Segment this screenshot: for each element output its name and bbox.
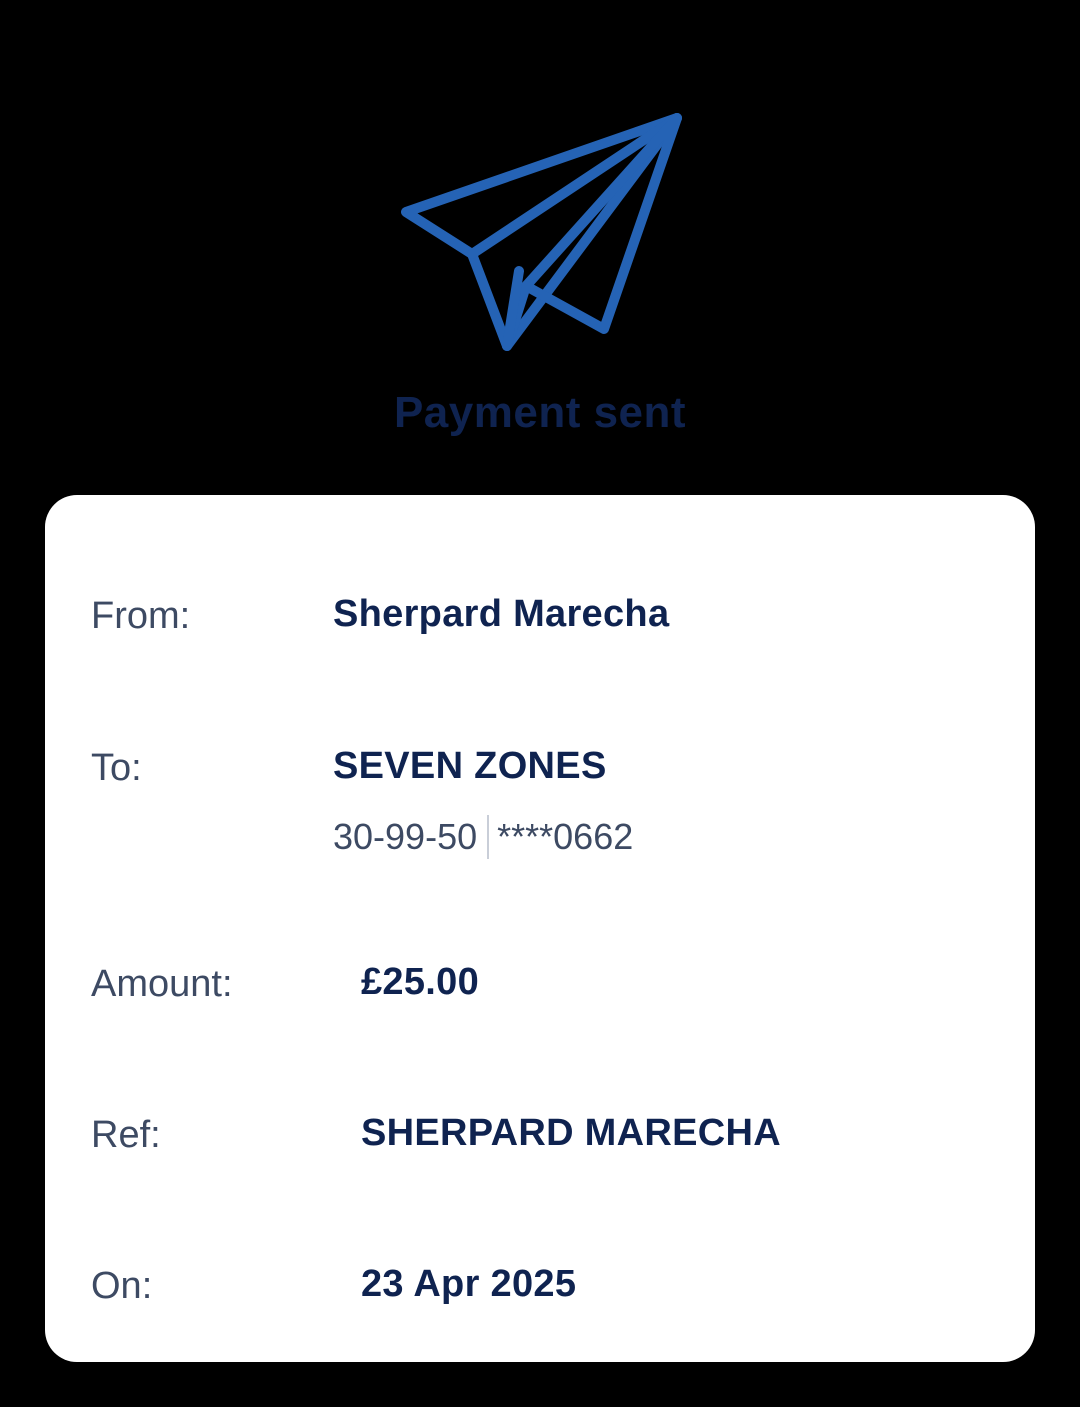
from-value: Sherpard Marecha xyxy=(333,593,670,635)
ref-label: Ref: xyxy=(91,1114,161,1156)
ref-value: SHERPARD MARECHA xyxy=(361,1112,781,1154)
account-number: ****0662 xyxy=(497,816,634,857)
to-value: SEVEN ZONES xyxy=(333,745,607,787)
amount-value: £25.00 xyxy=(361,961,480,1003)
paper-plane-icon xyxy=(390,100,690,360)
on-label: On: xyxy=(91,1265,153,1307)
on-value: 23 Apr 2025 xyxy=(361,1263,577,1305)
account-details: 30-99-50 ****0662 xyxy=(333,815,633,859)
page-title: Payment sent xyxy=(393,388,687,437)
sort-code: 30-99-50 xyxy=(333,816,478,857)
payment-details-card: From: Sherpard Marecha To: SEVEN ZONES 3… xyxy=(45,495,1035,1362)
to-label: To: xyxy=(91,747,142,789)
divider xyxy=(487,815,490,859)
amount-label: Amount: xyxy=(91,963,233,1005)
from-label: From: xyxy=(91,595,191,637)
